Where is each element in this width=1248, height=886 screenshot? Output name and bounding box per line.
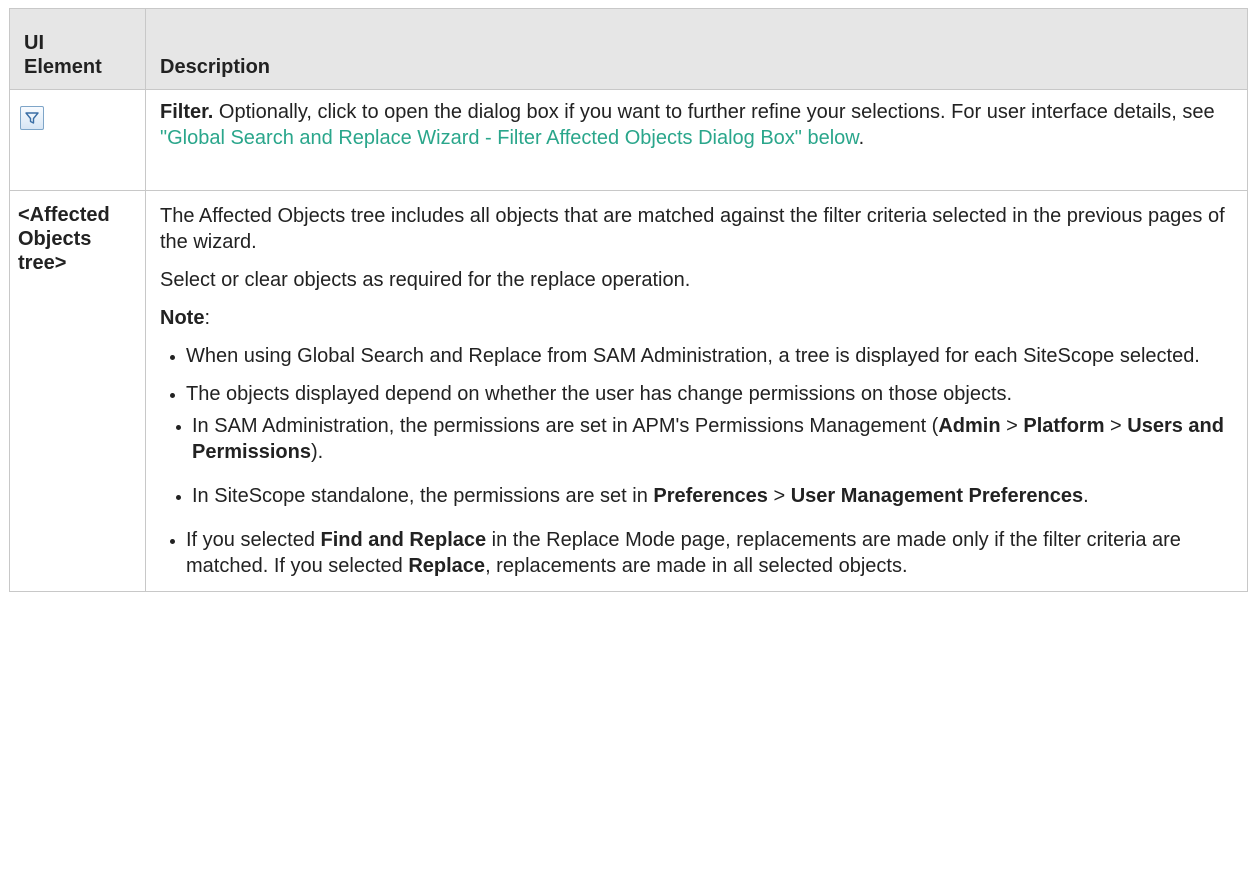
sub1-text: In SAM Administration, the permissions a… [192, 415, 939, 437]
notes-list: When using Global Search and Replace fro… [160, 343, 1237, 579]
filter-lead: Filter. [160, 101, 214, 123]
list-item: The objects displayed depend on whether … [160, 381, 1237, 509]
header-ui-line2: Element [24, 56, 102, 78]
bullet2-text: The objects displayed depend on whether … [186, 383, 1013, 405]
note-heading: Note: [160, 305, 1237, 331]
bullet3-t1: If you selected [186, 529, 321, 551]
bullet3-t3: , replacements are made in all selected … [485, 555, 908, 577]
description-paragraph-2: Select or clear objects as required for … [160, 269, 691, 291]
filter-dialog-link[interactable]: "Global Search and Replace Wizard - Filt… [160, 127, 859, 149]
sub1-sep2: > [1104, 415, 1128, 437]
sub2-end: . [1083, 485, 1089, 507]
table-row-affected-objects: <Affected Objects tree> The Affected Obj… [9, 190, 1248, 592]
filter-description: Filter. Optionally, click to open the di… [145, 89, 1248, 191]
ui-label-line3: tree> [18, 252, 67, 274]
filter-icon[interactable] [20, 106, 44, 130]
sub1-end: ). [310, 441, 324, 463]
note-label: Note [160, 307, 205, 329]
list-item: When using Global Search and Replace fro… [160, 343, 1237, 369]
filter-end: . [858, 127, 865, 149]
table-header-row: UI Element Description [9, 8, 1248, 90]
header-ui-line1: UI [24, 32, 44, 54]
bullet3-find-replace: Find and Replace [320, 529, 487, 551]
header-description: Description [145, 8, 1248, 90]
affected-objects-ui-cell: <Affected Objects tree> [9, 190, 146, 592]
note-colon: : [204, 307, 211, 329]
bullet3-replace: Replace [408, 555, 486, 577]
funnel-icon [25, 112, 39, 124]
sub2-text: In SiteScope standalone, the permissions… [192, 485, 654, 507]
ui-element-table: UI Element Description Filter. Optionally… [9, 8, 1248, 592]
list-item: In SAM Administration, the permissions a… [166, 413, 1237, 465]
sub2-sep1: > [767, 485, 791, 507]
sub1-admin: Admin [938, 415, 1001, 437]
filter-ui-cell [9, 89, 146, 191]
header-ui-element: UI Element [9, 8, 146, 90]
ui-label-line2: Objects [18, 228, 92, 250]
filter-text: Optionally, click to open the dialog box… [213, 101, 1215, 123]
sub2-preferences: Preferences [653, 485, 768, 507]
list-item: If you selected Find and Replace in the … [160, 527, 1237, 579]
list-item: In SiteScope standalone, the permissions… [166, 483, 1237, 509]
sub1-platform: Platform [1023, 415, 1105, 437]
affected-objects-description: The Affected Objects tree includes all o… [145, 190, 1248, 592]
ui-label-line1: <Affected [18, 204, 110, 226]
table-row-filter: Filter. Optionally, click to open the di… [9, 89, 1248, 191]
permissions-sublist: In SAM Administration, the permissions a… [166, 413, 1237, 509]
sub2-user-management: User Management Preferences [790, 485, 1084, 507]
sub1-sep1: > [1000, 415, 1024, 437]
description-paragraph-1: The Affected Objects tree includes all o… [160, 205, 1225, 253]
